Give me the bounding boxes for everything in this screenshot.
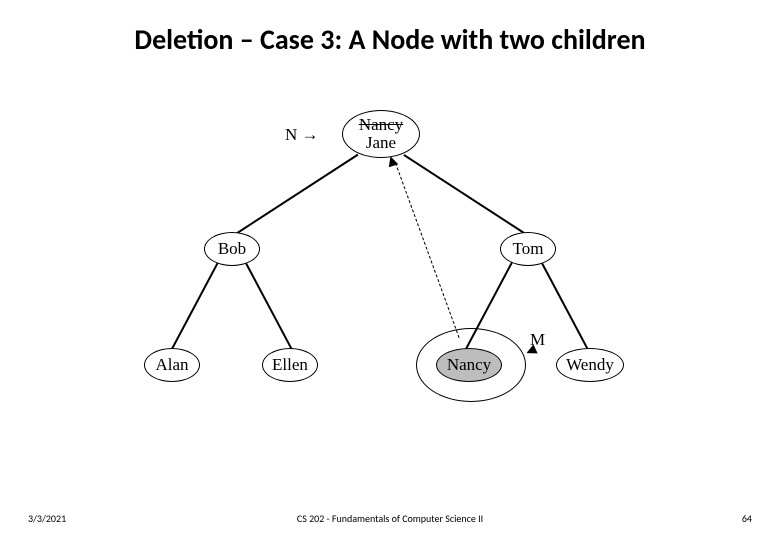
slide-footer: 3/3/2021 CS 202 - Fundamentals of Comput… xyxy=(0,512,780,530)
node-left: Bob xyxy=(204,232,260,266)
edge-right-rr xyxy=(541,262,589,351)
node-root: Nancy Jane xyxy=(342,110,420,158)
slide-title: Deletion – Case 3: A Node with two child… xyxy=(0,22,780,57)
edge-left-ll xyxy=(170,262,218,351)
edge-left-lr xyxy=(245,262,293,351)
footer-center: CS 202 - Fundamentals of Computer Scienc… xyxy=(0,512,780,525)
slide: { "title": "Deletion – Case 3: A Node wi… xyxy=(0,0,780,540)
footer-page: 64 xyxy=(742,512,752,525)
node-root-old: Nancy xyxy=(359,116,403,134)
node-rl: Nancy xyxy=(436,348,502,382)
dashed-arrow-shaft xyxy=(395,163,460,338)
node-rr: Wendy xyxy=(556,348,624,382)
node-right: Tom xyxy=(500,232,556,266)
tree-diagram: Nancy Jane N → Bob Tom Alan Ellen Nancy … xyxy=(150,110,630,440)
edge-root-left xyxy=(228,154,359,240)
edge-root-right xyxy=(404,154,535,240)
node-root-new: Jane xyxy=(366,134,396,152)
node-lr: Ellen xyxy=(262,348,318,382)
pointer-N-label: N → xyxy=(285,125,319,145)
node-ll: Alan xyxy=(144,348,200,382)
